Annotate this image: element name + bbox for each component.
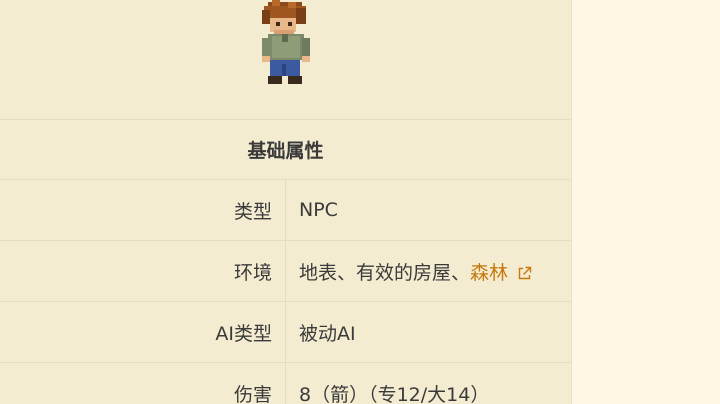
external-link-icon <box>518 266 532 279</box>
row-label: 环境 <box>0 241 286 301</box>
row-value: 被动AI <box>299 322 356 345</box>
row-value: 8（箭）（专12/大14） <box>299 383 490 404</box>
row-label: AI类型 <box>0 302 286 362</box>
infobox-row-ai-type: AI类型 被动AI <box>0 302 571 363</box>
infobox-row-environment: 环境 地表、有效的房屋、 森林 <box>0 241 571 302</box>
row-value: NPC <box>299 199 338 221</box>
row-value: 地表、有效的房屋、 森林 <box>299 241 532 301</box>
npc-infobox: 基础属性 类型 NPC 环境 地表、有效的房屋、 森林 AI类型 被动AI 伤害… <box>0 0 572 404</box>
row-label: 伤害 <box>0 363 286 404</box>
environment-text: 地表、有效的房屋、 <box>299 261 471 284</box>
page: 基础属性 类型 NPC 环境 地表、有效的房屋、 森林 AI类型 被动AI 伤害… <box>0 0 720 404</box>
infobox-row-damage: 伤害 8（箭）（专12/大14） <box>0 363 571 404</box>
forest-link-label: 森林 <box>470 261 509 284</box>
infobox-row-type: 类型 NPC <box>0 180 571 241</box>
guide-npc-sprite-icon <box>262 0 310 84</box>
infobox-image-row <box>0 0 571 120</box>
row-label: 类型 <box>0 180 286 240</box>
forest-link[interactable]: 森林 <box>470 258 532 285</box>
section-header-basic-attributes: 基础属性 <box>0 120 571 180</box>
